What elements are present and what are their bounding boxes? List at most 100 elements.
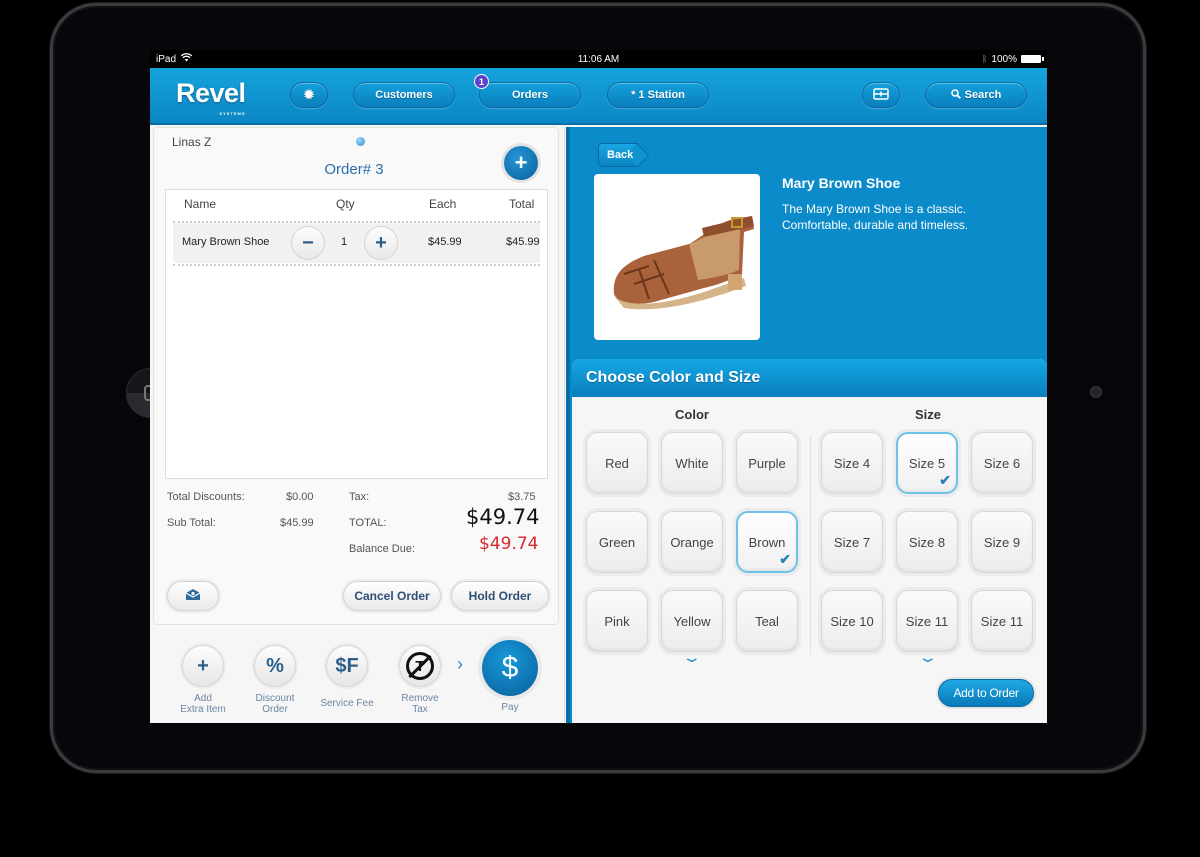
discounts-value: $0.00 <box>286 491 314 503</box>
size-option[interactable]: Size 11 <box>896 590 958 652</box>
size-option[interactable]: Size 10 <box>821 590 883 652</box>
email-receipt-button[interactable] <box>167 581 219 611</box>
new-order-button[interactable]: + <box>504 146 538 180</box>
size-option[interactable]: Size 7 <box>821 511 883 573</box>
order-panel: Linas Z Order# 3 + Name Qty Each Total M… <box>150 127 565 723</box>
service-fee-icon: $F <box>335 654 359 677</box>
order-items-table: Name Qty Each Total Mary Brown Shoe − 1 … <box>165 189 548 479</box>
color-option[interactable]: Orange <box>661 511 723 573</box>
column-each: Each <box>429 197 457 211</box>
order-number: Order# 3 <box>324 161 384 178</box>
increase-qty-button[interactable]: + <box>364 226 398 260</box>
size-option-label: Size 6 <box>983 455 1021 471</box>
revel-logo: Revel SYSTEMS <box>176 78 246 116</box>
color-scroll-down-icon[interactable]: ⌄ <box>681 649 702 666</box>
plus-icon: + <box>375 231 387 254</box>
item-name: Mary Brown Shoe <box>182 236 270 248</box>
balance-due-label: Balance Due: <box>349 543 416 555</box>
service-fee-button[interactable]: $F Service Fee <box>312 645 382 709</box>
item-each: $45.99 <box>428 236 462 248</box>
color-option-label: Pink <box>604 613 630 629</box>
add-extra-item-button[interactable]: + Add Extra Item <box>168 645 238 715</box>
bluetooth-icon: ᛒ <box>982 54 988 64</box>
search-icon <box>950 88 961 102</box>
color-option[interactable]: Pink <box>586 590 648 652</box>
color-option-label: White <box>675 455 709 471</box>
more-actions-chevron[interactable]: › <box>457 654 463 675</box>
size-option[interactable]: Size 4 <box>821 432 883 494</box>
color-option[interactable]: Brown ✔ <box>736 511 798 573</box>
order-card: Linas Z Order# 3 + Name Qty Each Total M… <box>153 127 559 625</box>
size-heading: Size <box>914 407 941 422</box>
back-button[interactable]: Back <box>598 143 638 167</box>
size-option[interactable]: Size 5 ✔ <box>896 432 958 494</box>
status-bar: iPad 11:06 AM ᛒ 100% <box>150 50 1047 68</box>
size-option[interactable]: Size 11 <box>971 590 1033 652</box>
table-header: Name Qty Each Total <box>166 197 547 217</box>
gear-icon: ✹ <box>303 87 315 102</box>
color-option[interactable]: Red <box>586 432 648 494</box>
color-option[interactable]: Teal <box>736 590 798 652</box>
color-heading: Color <box>675 407 709 422</box>
remove-tax-button[interactable]: T RemoveTax <box>385 645 455 715</box>
screen: iPad 11:06 AM ᛒ 100% Revel SYSTEMS ✹ Cus… <box>150 50 1047 723</box>
size-scroll-down-icon[interactable]: ⌄ <box>917 649 938 666</box>
orders-button[interactable]: Orders <box>479 82 581 108</box>
hold-order-button[interactable]: Hold Order <box>451 581 549 611</box>
battery-percent: 100% <box>991 53 1017 65</box>
decrease-qty-button[interactable]: − <box>291 226 325 260</box>
variant-chooser: Choose Color and Size Color Size Red Whit… <box>572 359 1047 723</box>
color-option[interactable]: White <box>661 432 723 494</box>
product-description: The Mary Brown Shoe is a classic. Comfor… <box>782 202 969 232</box>
percent-icon: % <box>266 654 284 677</box>
size-option-label: Size 11 <box>980 613 1024 629</box>
order-actions: + Add Extra Item % Discount Order $F Servi… <box>150 640 560 723</box>
size-option-label: Size 10 <box>830 613 874 629</box>
color-option[interactable]: Green <box>586 511 648 573</box>
column-qty: Qty <box>336 197 355 211</box>
size-option[interactable]: Size 9 <box>971 511 1033 573</box>
color-option-label: Green <box>598 534 636 550</box>
table-row[interactable]: Mary Brown Shoe − 1 + $45.99 $45.99 <box>173 223 540 263</box>
column-name: Name <box>184 197 217 211</box>
size-option-label: Size 4 <box>833 455 871 471</box>
battery-icon <box>1021 55 1044 63</box>
color-option[interactable]: Purple <box>736 432 798 494</box>
station-button[interactable]: * 1 Station <box>607 82 709 108</box>
wifi-icon <box>180 53 193 65</box>
top-bar: Revel SYSTEMS ✹ Customers 1 Orders * 1 S… <box>150 68 1047 125</box>
tax-value: $3.75 <box>508 491 536 503</box>
color-option-label: Red <box>605 455 629 471</box>
divider <box>810 435 811 655</box>
item-total: $45.99 <box>506 236 540 248</box>
discounts-label: Total Discounts: <box>167 491 245 503</box>
clock: 11:06 AM <box>577 53 620 65</box>
chooser-title: Choose Color and Size <box>572 359 1047 397</box>
settings-button[interactable]: ✹ <box>290 82 328 108</box>
checkmark-icon: ✔ <box>779 551 791 567</box>
add-to-order-button[interactable]: Add to Order <box>938 679 1034 707</box>
envelope-icon <box>185 588 201 604</box>
cancel-order-button[interactable]: Cancel Order <box>343 581 441 611</box>
total-label: TOTAL: <box>349 517 387 529</box>
dollar-icon: $ <box>501 651 519 684</box>
discount-order-button[interactable]: % Discount Order <box>240 645 310 715</box>
size-option[interactable]: Size 6 <box>971 432 1033 494</box>
customers-button[interactable]: Customers <box>353 82 455 108</box>
color-option-label: Brown <box>748 534 786 550</box>
total-value: $49.74 <box>466 505 540 529</box>
receipt-edge <box>150 625 560 633</box>
pay-button[interactable]: $ Pay <box>475 640 545 713</box>
color-option[interactable]: Yellow <box>661 590 723 652</box>
search-button[interactable]: Search <box>925 82 1027 108</box>
divider <box>173 264 540 266</box>
checkmark-icon: ✔ <box>939 472 951 488</box>
layout-button[interactable] <box>862 82 900 108</box>
column-total: Total <box>509 197 535 211</box>
subtotal-value: $45.99 <box>280 517 314 529</box>
size-option[interactable]: Size 8 <box>896 511 958 573</box>
grid-view-icon <box>873 87 889 103</box>
color-option-label: Yellow <box>673 613 711 629</box>
customer-name[interactable]: Linas Z <box>172 135 211 149</box>
color-option-label: Orange <box>670 534 714 550</box>
